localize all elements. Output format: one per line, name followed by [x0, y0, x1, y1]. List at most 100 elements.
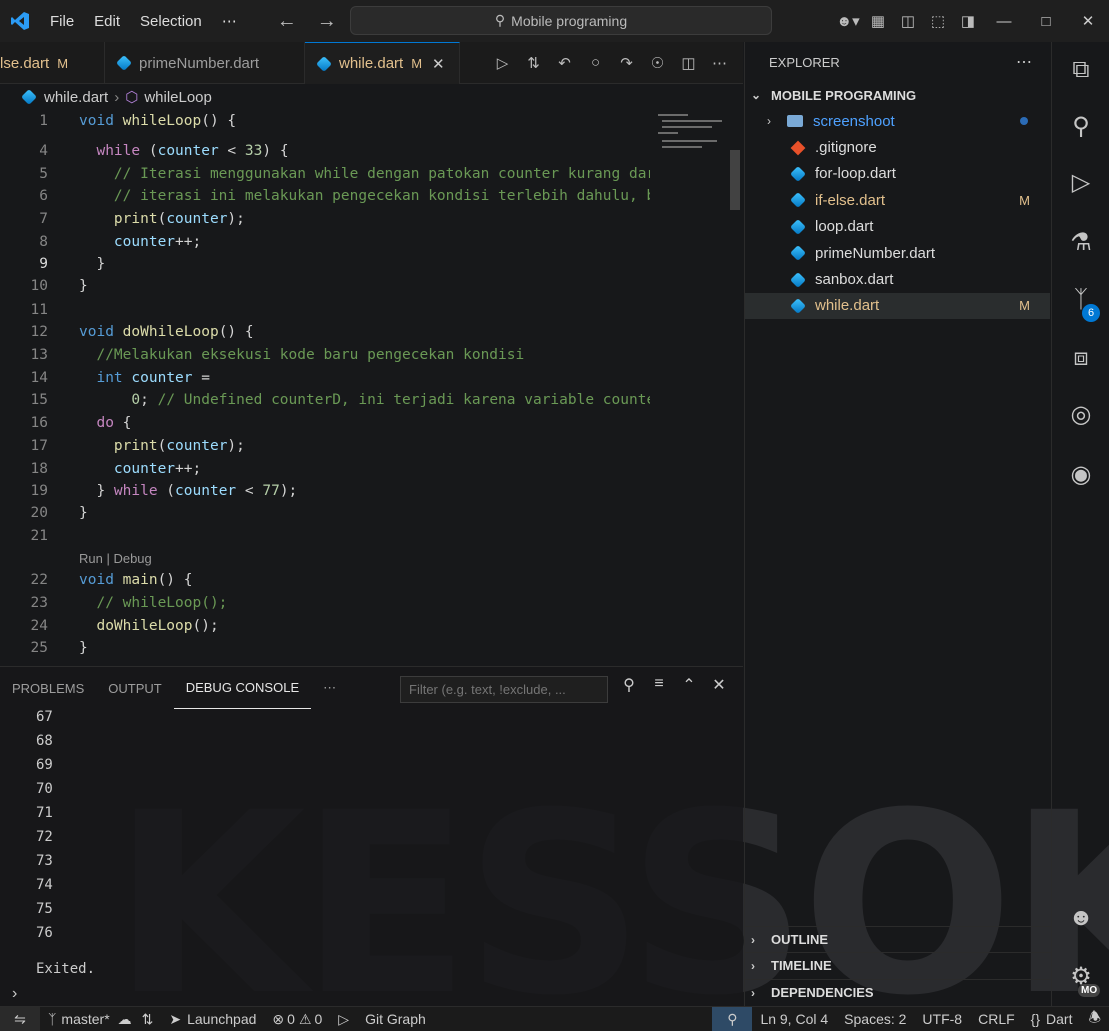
tab-output[interactable]: OUTPUT [96, 667, 173, 709]
code-line[interactable]: 17 print(counter); [0, 435, 650, 457]
code-line[interactable]: 10} [0, 275, 650, 297]
section-timeline[interactable]: › TIMELINE [745, 952, 1051, 978]
file-item[interactable]: sanbox.dart [745, 266, 1050, 292]
panel-more-button[interactable]: ⋯ [311, 667, 348, 709]
tab-problems[interactable]: PROBLEMS [0, 667, 96, 709]
search-icon[interactable]: ⚲ [1052, 102, 1109, 150]
code-line[interactable]: 22 void main() { [0, 569, 650, 591]
explorer-icon[interactable]: ⧉ [1052, 46, 1109, 94]
minimize-icon[interactable]: — [983, 13, 1025, 30]
git-graph-item[interactable]: Git Graph [357, 1011, 434, 1027]
run-debug-icon[interactable]: ▷ [1052, 158, 1109, 206]
code-line[interactable]: 14 int counter = [0, 367, 650, 389]
search-icon[interactable]: ⚲ [614, 675, 644, 695]
section-outline[interactable]: › OUTLINE [745, 926, 1051, 952]
menu-edit[interactable]: Edit [84, 13, 130, 30]
code-line[interactable]: 7 print(counter); [0, 208, 650, 230]
code-line[interactable]: 18 counter++; [0, 458, 650, 480]
language-mode[interactable]: {} Dart [1023, 1011, 1081, 1027]
minimap[interactable] [652, 110, 734, 170]
toggle-panel-icon[interactable]: ⬚ [923, 12, 953, 30]
file-item[interactable]: while.dart M [745, 292, 1050, 320]
testing-icon[interactable]: ⚗ [1052, 218, 1109, 266]
problems-item[interactable]: ⊗ 0 ⚠ 0 [264, 1011, 330, 1028]
code-line[interactable]: 1 void whileLoop() { [0, 110, 650, 132]
split-editor-icon[interactable]: ◫ [673, 54, 704, 72]
cursor-position[interactable]: Ln 9, Col 4 [752, 1011, 836, 1027]
copilot-icon[interactable]: ☻▾ [833, 12, 863, 30]
code-line[interactable]: 4 while (counter < 33) { [0, 140, 650, 162]
codelens-run-debug[interactable]: Run | Debug [79, 551, 152, 566]
file-item[interactable]: › screenshoot [745, 108, 1050, 134]
source-control-icon[interactable]: ᛉ6 [1052, 276, 1109, 324]
close-tab-icon[interactable]: ✕ [432, 55, 445, 73]
close-window-icon[interactable]: ✕ [1067, 12, 1109, 30]
code-line[interactable]: 15 0; // Undefined counterD, ini terjadi… [0, 389, 650, 411]
menu-selection[interactable]: Selection [130, 13, 212, 30]
workspace-root[interactable]: ⌄ MOBILE PROGRAMING [745, 82, 1050, 108]
manage-gear-icon[interactable]: ⚙ MO [1052, 952, 1109, 1000]
clear-console-icon[interactable]: ≡ [644, 675, 674, 695]
branch-item[interactable]: ᛉ master* ☁ ⇅ [40, 1011, 161, 1028]
code-line[interactable]: 6 // iterasi ini melakukan pengecekan ko… [0, 185, 650, 207]
breadcrumb-symbol[interactable]: whileLoop [144, 89, 212, 106]
zoom-icon[interactable]: ⚲ [712, 1006, 753, 1031]
tab-debug-console[interactable]: DEBUG CONSOLE [173, 667, 312, 709]
encoding[interactable]: UTF-8 [914, 1011, 970, 1027]
customize-layout-icon[interactable]: ▦ [863, 12, 893, 30]
section-dependencies[interactable]: › DEPENDENCIES [745, 979, 1051, 1005]
back-arrow-icon[interactable]: ← [267, 10, 307, 33]
code-line[interactable]: 23 // whileLoop(); [0, 592, 650, 614]
indentation[interactable]: Spaces: 2 [836, 1011, 914, 1027]
code-line[interactable]: 20} [0, 502, 650, 524]
tab-primenumber[interactable]: primeNumber.dart [105, 42, 305, 84]
code-line[interactable]: 8 counter++; [0, 231, 650, 253]
file-item[interactable]: loop.dart [745, 214, 1050, 240]
more-actions-icon[interactable]: ⋯ [704, 54, 735, 72]
notifications-icon[interactable]: 🕭 [1080, 1007, 1109, 1031]
code-line[interactable]: 11 [0, 299, 650, 321]
close-panel-icon[interactable]: ✕ [704, 675, 734, 695]
timeline-icon[interactable]: ☉ [642, 54, 673, 72]
launchpad-item[interactable]: ➤ Launchpad [161, 1011, 264, 1028]
toggle-sidebar-icon[interactable]: ◫ [893, 12, 923, 30]
code-line[interactable]: 9 } [0, 253, 650, 275]
remote-explorer-icon[interactable]: ◉ [1052, 450, 1109, 498]
go-forward-change-icon[interactable]: ↷ [611, 54, 642, 72]
tab-if-else[interactable]: lse.dart M [0, 42, 105, 84]
file-item[interactable]: .gitignore [745, 134, 1050, 160]
tab-while[interactable]: while.dart M ✕ [305, 42, 460, 84]
file-item[interactable]: for-loop.dart [745, 161, 1050, 187]
git-graph-icon[interactable]: ◎ [1052, 390, 1109, 438]
code-line[interactable]: 5 // Iterasi menggunakan while dengan pa… [0, 163, 650, 185]
go-back-change-icon[interactable]: ↶ [549, 54, 580, 72]
maximize-panel-icon[interactable]: ⌃ [674, 675, 704, 695]
code-line[interactable]: 24 doWhileLoop(); [0, 615, 650, 637]
toggle-inline-icon[interactable]: ○ [580, 54, 611, 71]
debug-console-filter-input[interactable] [400, 676, 608, 703]
code-line[interactable]: 13 //Melakukan eksekusi kode baru pengec… [0, 344, 650, 366]
code-line[interactable]: 25} [0, 637, 650, 659]
file-item[interactable]: primeNumber.dart [745, 240, 1050, 266]
menu-file[interactable]: File [40, 13, 84, 30]
menu-more[interactable]: ⋯ [212, 12, 247, 30]
remote-icon[interactable]: ⇋ [0, 1006, 40, 1031]
code-line[interactable]: 19 } while (counter < 77); [0, 480, 650, 502]
more-actions-icon[interactable]: ⋯ [1016, 52, 1050, 72]
editor-scrollbar[interactable] [730, 150, 740, 210]
code-line[interactable]: 12 void doWhileLoop() { [0, 321, 650, 343]
maximize-icon[interactable]: □ [1025, 13, 1067, 30]
breadcrumb-file[interactable]: while.dart [44, 89, 108, 106]
run-debug-icon[interactable]: ▷ [487, 54, 518, 72]
code-line[interactable]: 21 [0, 525, 650, 547]
forward-arrow-icon[interactable]: → [307, 10, 347, 33]
compare-changes-icon[interactable]: ⇅ [518, 54, 549, 72]
file-item[interactable]: if-else.dart M [745, 187, 1050, 213]
toggle-secondary-sidebar-icon[interactable]: ◨ [953, 12, 983, 30]
debug-item[interactable]: ▷ [330, 1011, 357, 1028]
extensions-icon[interactable]: ⧈ [1052, 334, 1109, 382]
code-editor[interactable]: Run | Debug 1 void whileLoop() { 4 while (… [0, 110, 743, 665]
code-line[interactable]: 16 do { [0, 412, 650, 434]
line-endings[interactable]: CRLF [970, 1011, 1023, 1027]
account-icon[interactable]: ☻ [1052, 894, 1109, 942]
